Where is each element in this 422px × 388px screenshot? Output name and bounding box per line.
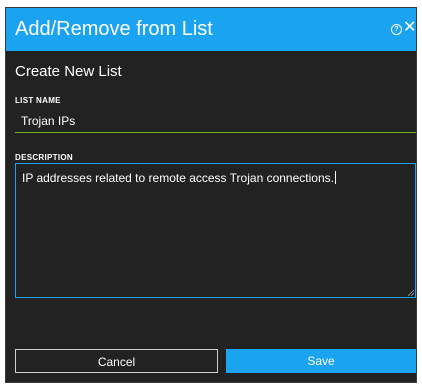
save-button[interactable]: Save — [226, 349, 416, 373]
cancel-button[interactable]: Cancel — [15, 349, 218, 373]
close-icon[interactable]: ✕ — [403, 20, 416, 36]
description-label: DESCRIPTION — [15, 153, 73, 162]
section-title: Create New List — [15, 63, 122, 80]
add-remove-list-dialog: Add/Remove from List ? ✕ Create New List… — [5, 7, 417, 383]
description-value: IP addresses related to remote access Tr… — [22, 171, 334, 185]
list-name-input[interactable] — [15, 109, 416, 133]
dialog-title: Add/Remove from List — [15, 18, 213, 40]
resize-grip-icon[interactable] — [408, 290, 414, 296]
text-cursor — [334, 171, 336, 184]
help-icon[interactable]: ? — [391, 24, 402, 35]
dialog-titlebar: Add/Remove from List ? ✕ — [6, 8, 416, 51]
list-name-label: LIST NAME — [15, 96, 61, 105]
description-text: IP addresses related to remote access Tr… — [22, 171, 336, 185]
